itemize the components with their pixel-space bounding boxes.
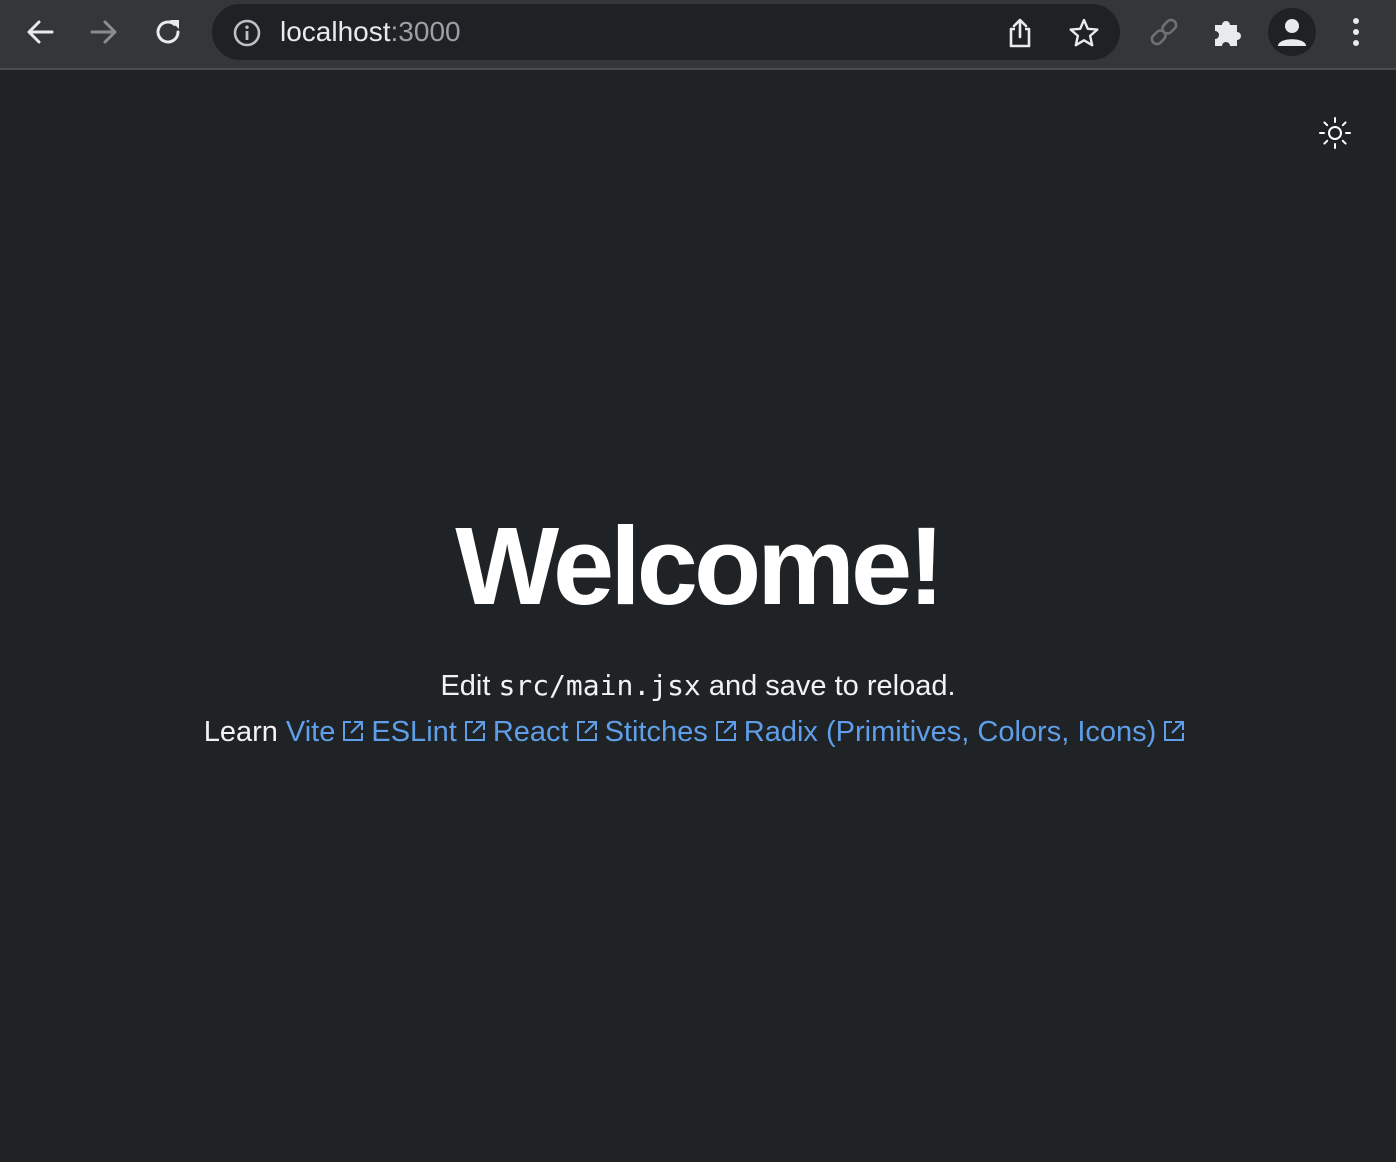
link-vite[interactable]: Vite <box>286 716 371 748</box>
link-icon <box>1147 15 1181 49</box>
arrow-right-icon <box>88 16 120 48</box>
external-link-icon <box>715 721 736 741</box>
url-port: :3000 <box>390 16 461 47</box>
address-bar[interactable]: localhost:3000 <box>212 4 1120 60</box>
link-vite-label: Vite <box>285 716 336 748</box>
browser-toolbar: localhost:3000 <box>0 0 1396 70</box>
link-react[interactable]: React <box>493 716 605 748</box>
link-stitches[interactable]: Stitches <box>605 716 744 748</box>
edit-instruction: Edit src/main.jsx and save to reload. <box>0 666 1396 706</box>
extensions-button[interactable] <box>1204 8 1252 56</box>
dots-vertical-icon <box>1351 16 1361 48</box>
share-icon[interactable] <box>1001 14 1039 52</box>
link-stitches-label: Stitches <box>604 716 708 748</box>
reload-button[interactable] <box>144 8 192 56</box>
link-eslint-label: ESLint <box>371 716 457 748</box>
link-radix[interactable]: Radix (Primitives, Colors, Icons) <box>744 716 1193 748</box>
edit-suffix: and save to reload. <box>708 670 956 702</box>
browser-menu-button[interactable] <box>1332 8 1380 56</box>
link-radix-label: Radix (Primitives, Colors, Icons) <box>743 716 1157 748</box>
external-link-icon <box>576 721 597 741</box>
profile-button[interactable] <box>1268 8 1316 56</box>
reload-icon <box>152 16 184 48</box>
forward-button[interactable] <box>80 8 128 56</box>
learn-links: Learn Vite ESLint React Stitches Radix (Prim… <box>0 712 1396 752</box>
external-link-icon <box>1164 721 1185 741</box>
url-text: localhost:3000 <box>280 16 461 48</box>
url-host: localhost <box>280 16 391 47</box>
learn-prefix: Learn <box>203 716 278 748</box>
link-button[interactable] <box>1140 8 1188 56</box>
edit-prefix: Edit <box>440 670 491 702</box>
person-icon <box>1277 17 1307 47</box>
external-link-icon <box>343 721 364 741</box>
page-content: Welcome! Edit src/main.jsx and save to r… <box>0 72 1396 1162</box>
arrow-left-icon <box>24 16 56 48</box>
theme-toggle-button[interactable] <box>1312 112 1358 158</box>
page-title: Welcome! <box>455 505 945 628</box>
sun-icon <box>1318 116 1352 155</box>
link-react-label: React <box>492 716 569 748</box>
external-link-icon <box>464 721 485 741</box>
edit-file-path: src/main.jsx <box>498 669 701 702</box>
puzzle-icon <box>1211 15 1245 49</box>
back-button[interactable] <box>16 8 64 56</box>
info-circle-icon[interactable] <box>232 18 262 48</box>
link-eslint[interactable]: ESLint <box>371 716 492 748</box>
star-icon[interactable] <box>1065 14 1103 52</box>
